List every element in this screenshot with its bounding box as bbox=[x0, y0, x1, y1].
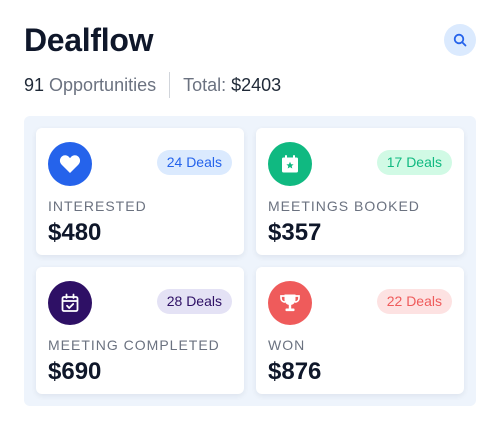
deals-count-badge: 28 Deals bbox=[156, 289, 232, 314]
calendar-star-icon bbox=[282, 155, 298, 173]
heart-icon bbox=[59, 155, 81, 173]
stage-label: WON bbox=[268, 337, 306, 353]
stage-amount: $357 bbox=[268, 219, 322, 246]
opportunities-count: 91 bbox=[24, 74, 45, 95]
stage-label: MEETINGS BOOKED bbox=[268, 198, 420, 214]
stage-card-meetings-booked[interactable]: 17 Deals MEETINGS BOOKED $357 bbox=[256, 128, 464, 255]
stage-amount: $690 bbox=[48, 358, 102, 385]
search-button[interactable] bbox=[444, 24, 476, 56]
trophy-icon bbox=[280, 294, 300, 312]
calendar-check-icon bbox=[61, 293, 79, 312]
search-icon bbox=[453, 33, 467, 47]
deals-count-badge: 17 Deals bbox=[376, 150, 452, 175]
deals-count-badge: 24 Deals bbox=[156, 150, 232, 175]
stage-card-won[interactable]: 22 Deals WON $876 bbox=[256, 267, 464, 394]
summary-bar: 91 Opportunities Total: $2403 bbox=[24, 72, 281, 98]
stage-icon-circle bbox=[268, 142, 312, 186]
opportunities-label: Opportunities bbox=[49, 74, 157, 95]
deals-count-badge: 22 Deals bbox=[376, 289, 452, 314]
stage-icon-circle bbox=[48, 142, 92, 186]
page-title: Dealflow bbox=[24, 22, 154, 58]
stage-label: MEETING COMPLETED bbox=[48, 337, 220, 353]
stage-amount: $480 bbox=[48, 219, 102, 246]
stage-label: INTERESTED bbox=[48, 198, 147, 214]
total-value: $2403 bbox=[231, 74, 282, 95]
stage-card-meeting-completed[interactable]: 28 Deals MEETING COMPLETED $690 bbox=[36, 267, 244, 394]
stage-icon-circle bbox=[268, 281, 312, 325]
stage-card-interested[interactable]: 24 Deals INTERESTED $480 bbox=[36, 128, 244, 255]
stage-icon-circle bbox=[48, 281, 92, 325]
deal-stages-panel: 24 Deals INTERESTED $480 17 Deals MEETIN… bbox=[24, 116, 476, 406]
stage-amount: $876 bbox=[268, 358, 322, 385]
header: Dealflow bbox=[24, 22, 476, 58]
summary-divider bbox=[169, 72, 171, 98]
total-label: Total: bbox=[183, 74, 227, 95]
